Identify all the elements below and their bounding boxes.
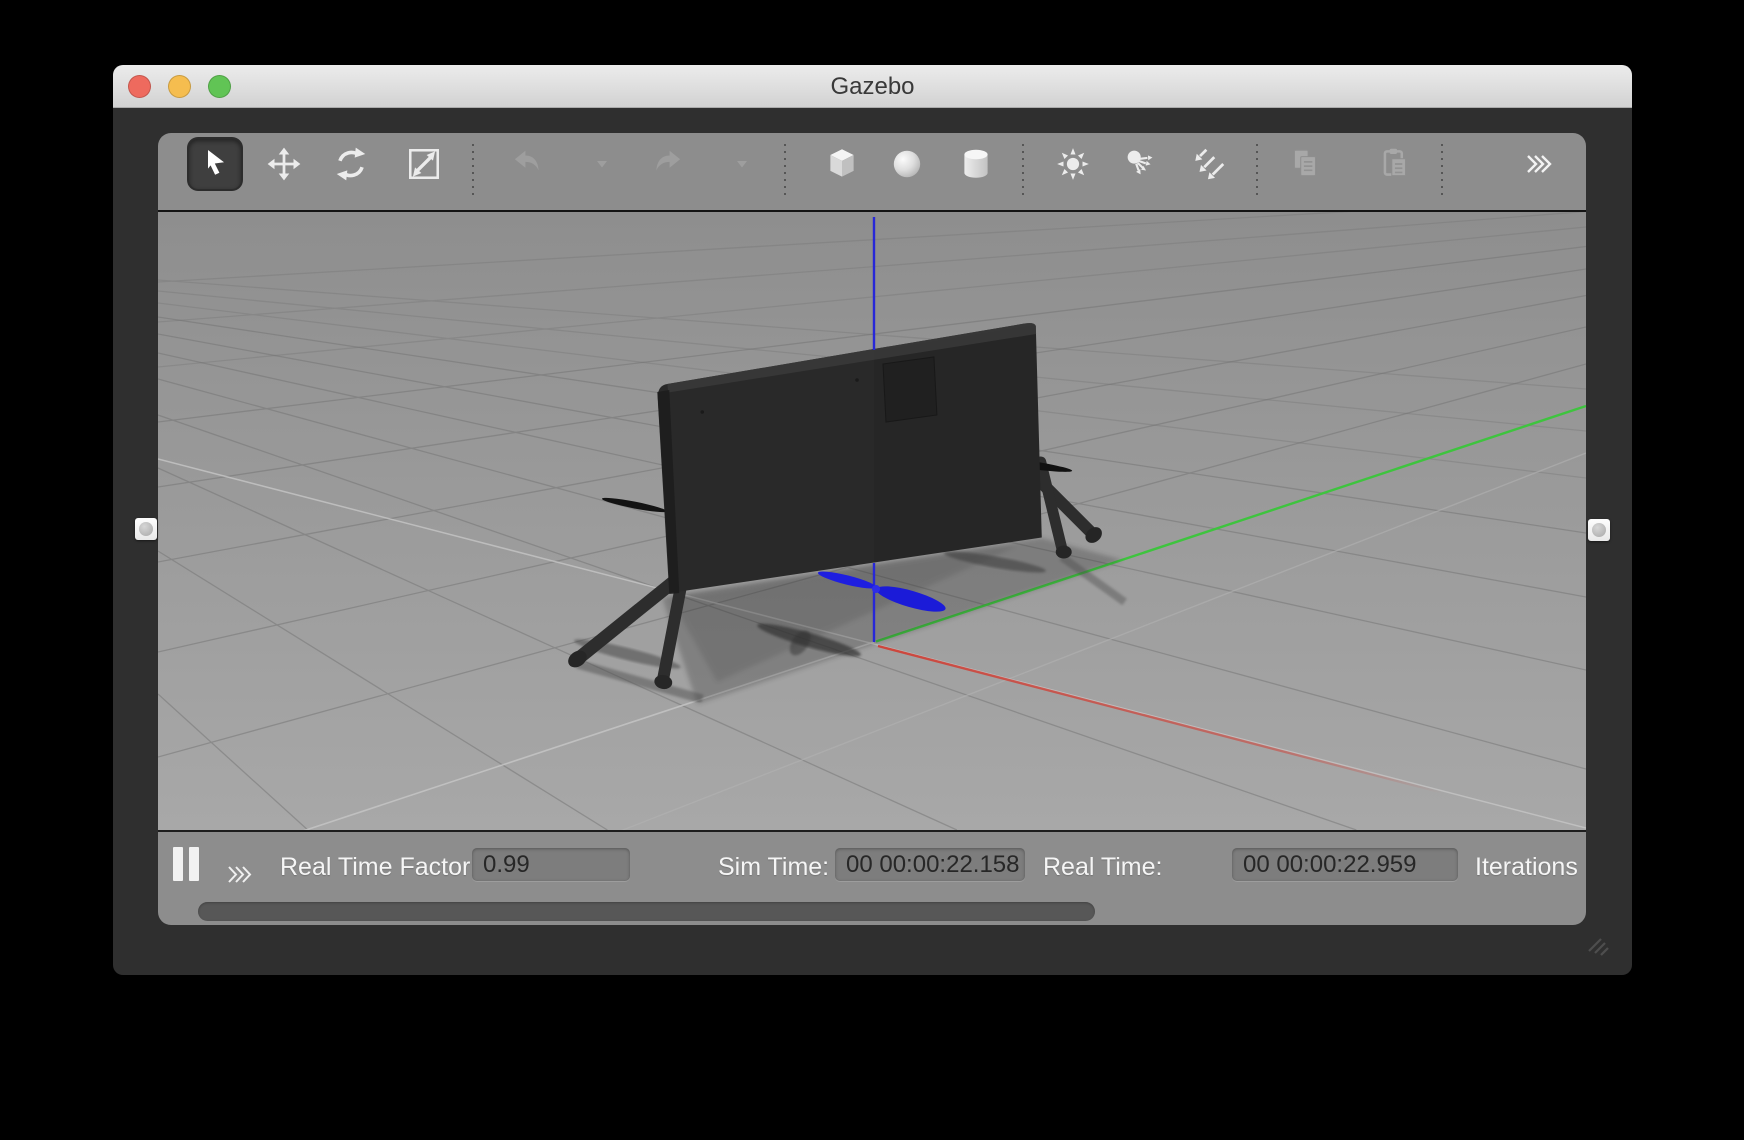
- spot-rays-icon: [1121, 145, 1159, 183]
- triple-chevron-right-icon: [226, 864, 258, 886]
- splitter-handle-left[interactable]: [135, 518, 157, 540]
- select-tool-button[interactable]: [189, 139, 241, 189]
- insert-sphere-button[interactable]: [881, 137, 933, 191]
- redo-button[interactable]: [642, 137, 694, 191]
- undo-button[interactable]: [501, 137, 553, 191]
- paste-clipboard-icon: [1377, 145, 1415, 183]
- step-expand-button[interactable]: [226, 864, 258, 889]
- horizontal-scrollbar[interactable]: [158, 898, 1586, 925]
- point-light-button[interactable]: [1047, 137, 1099, 191]
- resize-grip-icon[interactable]: [1575, 925, 1615, 963]
- dropdown-triangle-icon: [735, 159, 749, 169]
- copy-button[interactable]: [1280, 137, 1332, 191]
- desktop-background: Gazebo: [0, 0, 1744, 1140]
- translate-tool-button[interactable]: [258, 137, 310, 191]
- cursor-arrow-icon: [197, 146, 233, 182]
- splitter-grip-icon: [1592, 523, 1606, 537]
- directional-light-button[interactable]: [1183, 137, 1235, 191]
- pause-icon: [172, 846, 200, 882]
- spot-light-button[interactable]: [1114, 137, 1166, 191]
- more-tools-button[interactable]: [1514, 137, 1566, 191]
- pause-button[interactable]: [172, 846, 200, 885]
- cylinder-icon: [957, 145, 995, 183]
- rotate-arrows-icon: [332, 145, 370, 183]
- toolbar-separator: [1441, 144, 1443, 196]
- undo-history-button[interactable]: [576, 137, 628, 191]
- real-time-label: Real Time:: [1043, 853, 1162, 882]
- scale-arrows-icon: [405, 145, 443, 183]
- rotate-tool-button[interactable]: [325, 137, 377, 191]
- status-bar: Real Time Factor: 0.99 Sim Time: 00 00:0…: [158, 832, 1586, 898]
- toolbar: [158, 133, 1586, 210]
- sun-burst-icon: [1054, 145, 1092, 183]
- real-time-field[interactable]: 00 00:00:22.959: [1232, 848, 1458, 881]
- splitter-grip-icon: [139, 522, 153, 536]
- sim-time-field[interactable]: 00 00:00:22.158: [835, 848, 1025, 881]
- iterations-label: Iterations: [1475, 853, 1578, 882]
- toolbar-separator: [1022, 144, 1024, 196]
- splitter-handle-right[interactable]: [1588, 519, 1610, 541]
- 3d-viewport[interactable]: [158, 210, 1586, 832]
- horizontal-scrollbar-thumb[interactable]: [198, 902, 1095, 921]
- gazebo-window: Gazebo: [113, 65, 1632, 975]
- dropdown-triangle-icon: [595, 159, 609, 169]
- real-time-factor-label: Real Time Factor:: [280, 853, 477, 882]
- sim-time-label: Sim Time:: [718, 853, 829, 882]
- window-titlebar[interactable]: Gazebo: [113, 65, 1632, 108]
- cube-icon: [823, 145, 861, 183]
- redo-arrow-icon: [649, 145, 687, 183]
- diagonal-arrows-icon: [1190, 145, 1228, 183]
- window-title: Gazebo: [113, 65, 1632, 108]
- toolbar-separator: [472, 144, 474, 196]
- copy-pages-icon: [1287, 145, 1325, 183]
- insert-box-button[interactable]: [816, 137, 868, 191]
- main-panel: Real Time Factor: 0.99 Sim Time: 00 00:0…: [158, 133, 1586, 925]
- triple-chevron-right-icon: [1524, 151, 1556, 177]
- toolbar-separator: [784, 144, 786, 196]
- scale-tool-button[interactable]: [398, 137, 450, 191]
- redo-history-button[interactable]: [716, 137, 768, 191]
- wing-hatch: [883, 357, 937, 422]
- toolbar-separator: [1256, 144, 1258, 196]
- real-time-factor-field[interactable]: 0.99: [472, 848, 630, 881]
- move-arrows-icon: [265, 145, 303, 183]
- sphere-icon: [888, 145, 926, 183]
- paste-button[interactable]: [1370, 137, 1422, 191]
- insert-cylinder-button[interactable]: [950, 137, 1002, 191]
- undo-arrow-icon: [508, 145, 546, 183]
